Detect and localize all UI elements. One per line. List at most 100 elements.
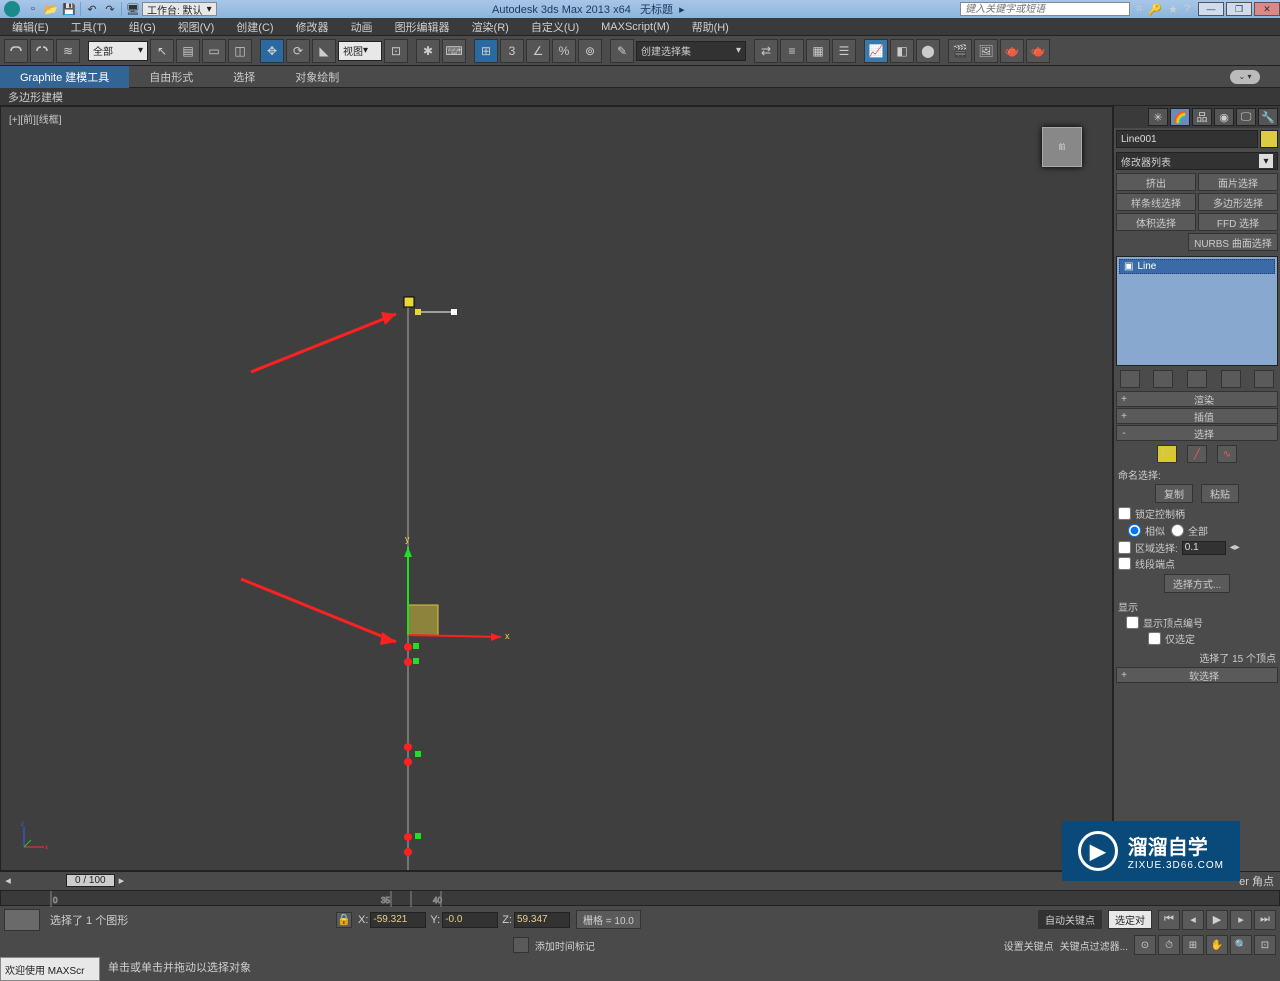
project-icon[interactable]: 🖥 — [124, 1, 142, 17]
modbtn-extrude[interactable]: 挤出 — [1116, 173, 1196, 191]
modifier-list-dropdown[interactable]: 修改器列表▾ — [1116, 152, 1278, 170]
ribbon-tab-graphite[interactable]: Graphite 建模工具 — [0, 66, 129, 88]
modbtn-patchsel[interactable]: 面片选择 — [1198, 173, 1278, 191]
coord-z-input[interactable] — [514, 912, 570, 928]
keyfilter-button[interactable]: 关键点过滤器... — [1060, 938, 1128, 953]
redo-icon[interactable]: ↷ — [101, 1, 119, 17]
link-icon[interactable] — [4, 39, 28, 63]
coord-x-input[interactable] — [370, 912, 426, 928]
search-input[interactable] — [960, 2, 1130, 16]
exchange-icon[interactable]: ⌗ — [1136, 3, 1142, 16]
align-icon[interactable]: ≡ — [780, 39, 804, 63]
unlink-icon[interactable] — [30, 39, 54, 63]
menu-custom[interactable]: 自定义(U) — [531, 19, 579, 35]
save-icon[interactable]: 💾 — [60, 1, 78, 17]
curve-editor-icon[interactable]: 📈 — [864, 39, 888, 63]
timeslider-left-icon[interactable]: ◂ — [0, 874, 16, 887]
ribbon-tab-selection[interactable]: 选择 — [213, 66, 275, 88]
modifier-stack[interactable]: ▣ Line — [1116, 256, 1278, 366]
copy-button[interactable]: 复制 — [1155, 484, 1193, 503]
rollout-softsel[interactable]: +软选择 — [1116, 667, 1278, 683]
mirror-icon[interactable]: ⇄ — [754, 39, 778, 63]
configure-sets-icon[interactable] — [1254, 370, 1274, 388]
mini-listener[interactable] — [4, 909, 40, 931]
autokey-button[interactable]: 自动关键点 — [1038, 910, 1102, 929]
minimize-button[interactable]: — — [1198, 2, 1224, 16]
close-button[interactable]: ✕ — [1254, 2, 1280, 16]
modbtn-polysel[interactable]: 多边形选择 — [1198, 193, 1278, 211]
next-frame-icon[interactable]: ▸ — [1230, 910, 1252, 930]
time-config-icon[interactable]: ⏱ — [1158, 935, 1180, 955]
make-unique-icon[interactable] — [1187, 370, 1207, 388]
ribbon-expand-icon[interactable]: ⌄ ▾ — [1230, 70, 1260, 84]
object-name-input[interactable] — [1116, 130, 1258, 148]
open-icon[interactable]: 📂 — [42, 1, 60, 17]
setkey-button[interactable]: 设置关键点 — [1004, 938, 1054, 953]
hierarchy-tab-icon[interactable]: 品 — [1192, 108, 1212, 126]
favorites-icon[interactable]: ★ — [1168, 3, 1178, 16]
pivot-icon[interactable]: ⊡ — [384, 39, 408, 63]
select-name-icon[interactable]: ▤ — [176, 39, 200, 63]
viewport-nav2-icon[interactable]: ✋ — [1206, 935, 1228, 955]
menu-help[interactable]: 帮助(H) — [692, 19, 729, 35]
selset-dropdown[interactable]: 选定对 — [1108, 910, 1152, 929]
modbtn-splinesel[interactable]: 样条线选择 — [1116, 193, 1196, 211]
create-tab-icon[interactable]: ✳ — [1148, 108, 1168, 126]
key-mode-icon[interactable]: ⊙ — [1134, 935, 1156, 955]
remove-modifier-icon[interactable] — [1221, 370, 1241, 388]
schematic-view-icon[interactable]: ◧ — [890, 39, 914, 63]
ribbon-sub[interactable]: 多边形建模 — [0, 88, 1280, 106]
lock-handles-check[interactable] — [1118, 507, 1131, 520]
motion-tab-icon[interactable]: ◉ — [1214, 108, 1234, 126]
select-region-icon[interactable]: ▭ — [202, 39, 226, 63]
rollout-selection[interactable]: -选择 — [1116, 425, 1278, 441]
show-vertnum-check[interactable] — [1126, 616, 1139, 629]
play-icon[interactable]: ▶ — [1206, 910, 1228, 930]
viewport-nav4-icon[interactable]: ⊡ — [1254, 935, 1276, 955]
menu-create[interactable]: 创建(C) — [236, 19, 273, 35]
signin-icon[interactable]: 🔑 — [1148, 3, 1162, 16]
rollout-interp[interactable]: +插值 — [1116, 408, 1278, 424]
radio-similar[interactable] — [1128, 524, 1141, 537]
modbtn-nurbssel[interactable]: NURBS 曲面选择 — [1188, 233, 1278, 251]
help-icon[interactable]: ? — [1184, 3, 1190, 16]
object-color-swatch[interactable] — [1260, 130, 1278, 148]
ribbon-tab-freeform[interactable]: 自由形式 — [129, 66, 213, 88]
menu-tools[interactable]: 工具(T) — [71, 19, 107, 35]
edit-named-sel-icon[interactable]: ✎ — [610, 39, 634, 63]
coord-y-input[interactable] — [442, 912, 498, 928]
menu-modifier[interactable]: 修改器 — [296, 19, 329, 35]
lock-selection-icon[interactable]: 🔒 — [336, 912, 352, 928]
time-slider[interactable]: 0 / 100 — [66, 874, 115, 887]
goto-start-icon[interactable]: ⏮ — [1158, 910, 1180, 930]
ribbon-tab-paint[interactable]: 对象绘制 — [275, 66, 359, 88]
new-icon[interactable]: ▫ — [24, 1, 42, 17]
radio-all[interactable] — [1171, 524, 1184, 537]
viewport-nav3-icon[interactable]: 🔍 — [1230, 935, 1252, 955]
subobj-vertex-icon[interactable]: ⋮ — [1157, 445, 1177, 463]
menu-group[interactable]: 组(G) — [129, 19, 156, 35]
modbtn-ffdsel[interactable]: FFD 选择 — [1198, 213, 1278, 231]
bind-sw-icon[interactable]: ≋ — [56, 39, 80, 63]
angle-snap-icon[interactable]: ∠ — [526, 39, 550, 63]
render-icon[interactable]: 🫖 — [1026, 39, 1050, 63]
time-ruler[interactable]: 0 35 40 — [0, 890, 1280, 906]
select-icon[interactable]: ↖ — [150, 39, 174, 63]
percent-snap-icon[interactable]: % — [552, 39, 576, 63]
add-time-tag[interactable]: 添加时间标记 — [535, 938, 595, 953]
layers-icon[interactable]: ▦ — [806, 39, 830, 63]
menu-render[interactable]: 渲染(R) — [472, 19, 509, 35]
pin-stack-icon[interactable] — [1120, 370, 1140, 388]
select-manip-icon[interactable]: ✱ — [416, 39, 440, 63]
menu-edit[interactable]: 编辑(E) — [12, 19, 49, 35]
move-icon[interactable]: ✥ — [260, 39, 284, 63]
menu-graph[interactable]: 图形编辑器 — [395, 19, 450, 35]
workspace-dropdown[interactable]: 工作台: 默认▾ — [142, 2, 217, 16]
spinner-snap-icon[interactable]: ⊚ — [578, 39, 602, 63]
goto-end-icon[interactable]: ⏭ — [1254, 910, 1276, 930]
window-crossing-icon[interactable]: ◫ — [228, 39, 252, 63]
scale-icon[interactable]: ◣ — [312, 39, 336, 63]
menu-anim[interactable]: 动画 — [351, 19, 373, 35]
coord-dropdown[interactable]: 视图▾ — [338, 41, 382, 61]
display-tab-icon[interactable]: 🖵 — [1236, 108, 1256, 126]
